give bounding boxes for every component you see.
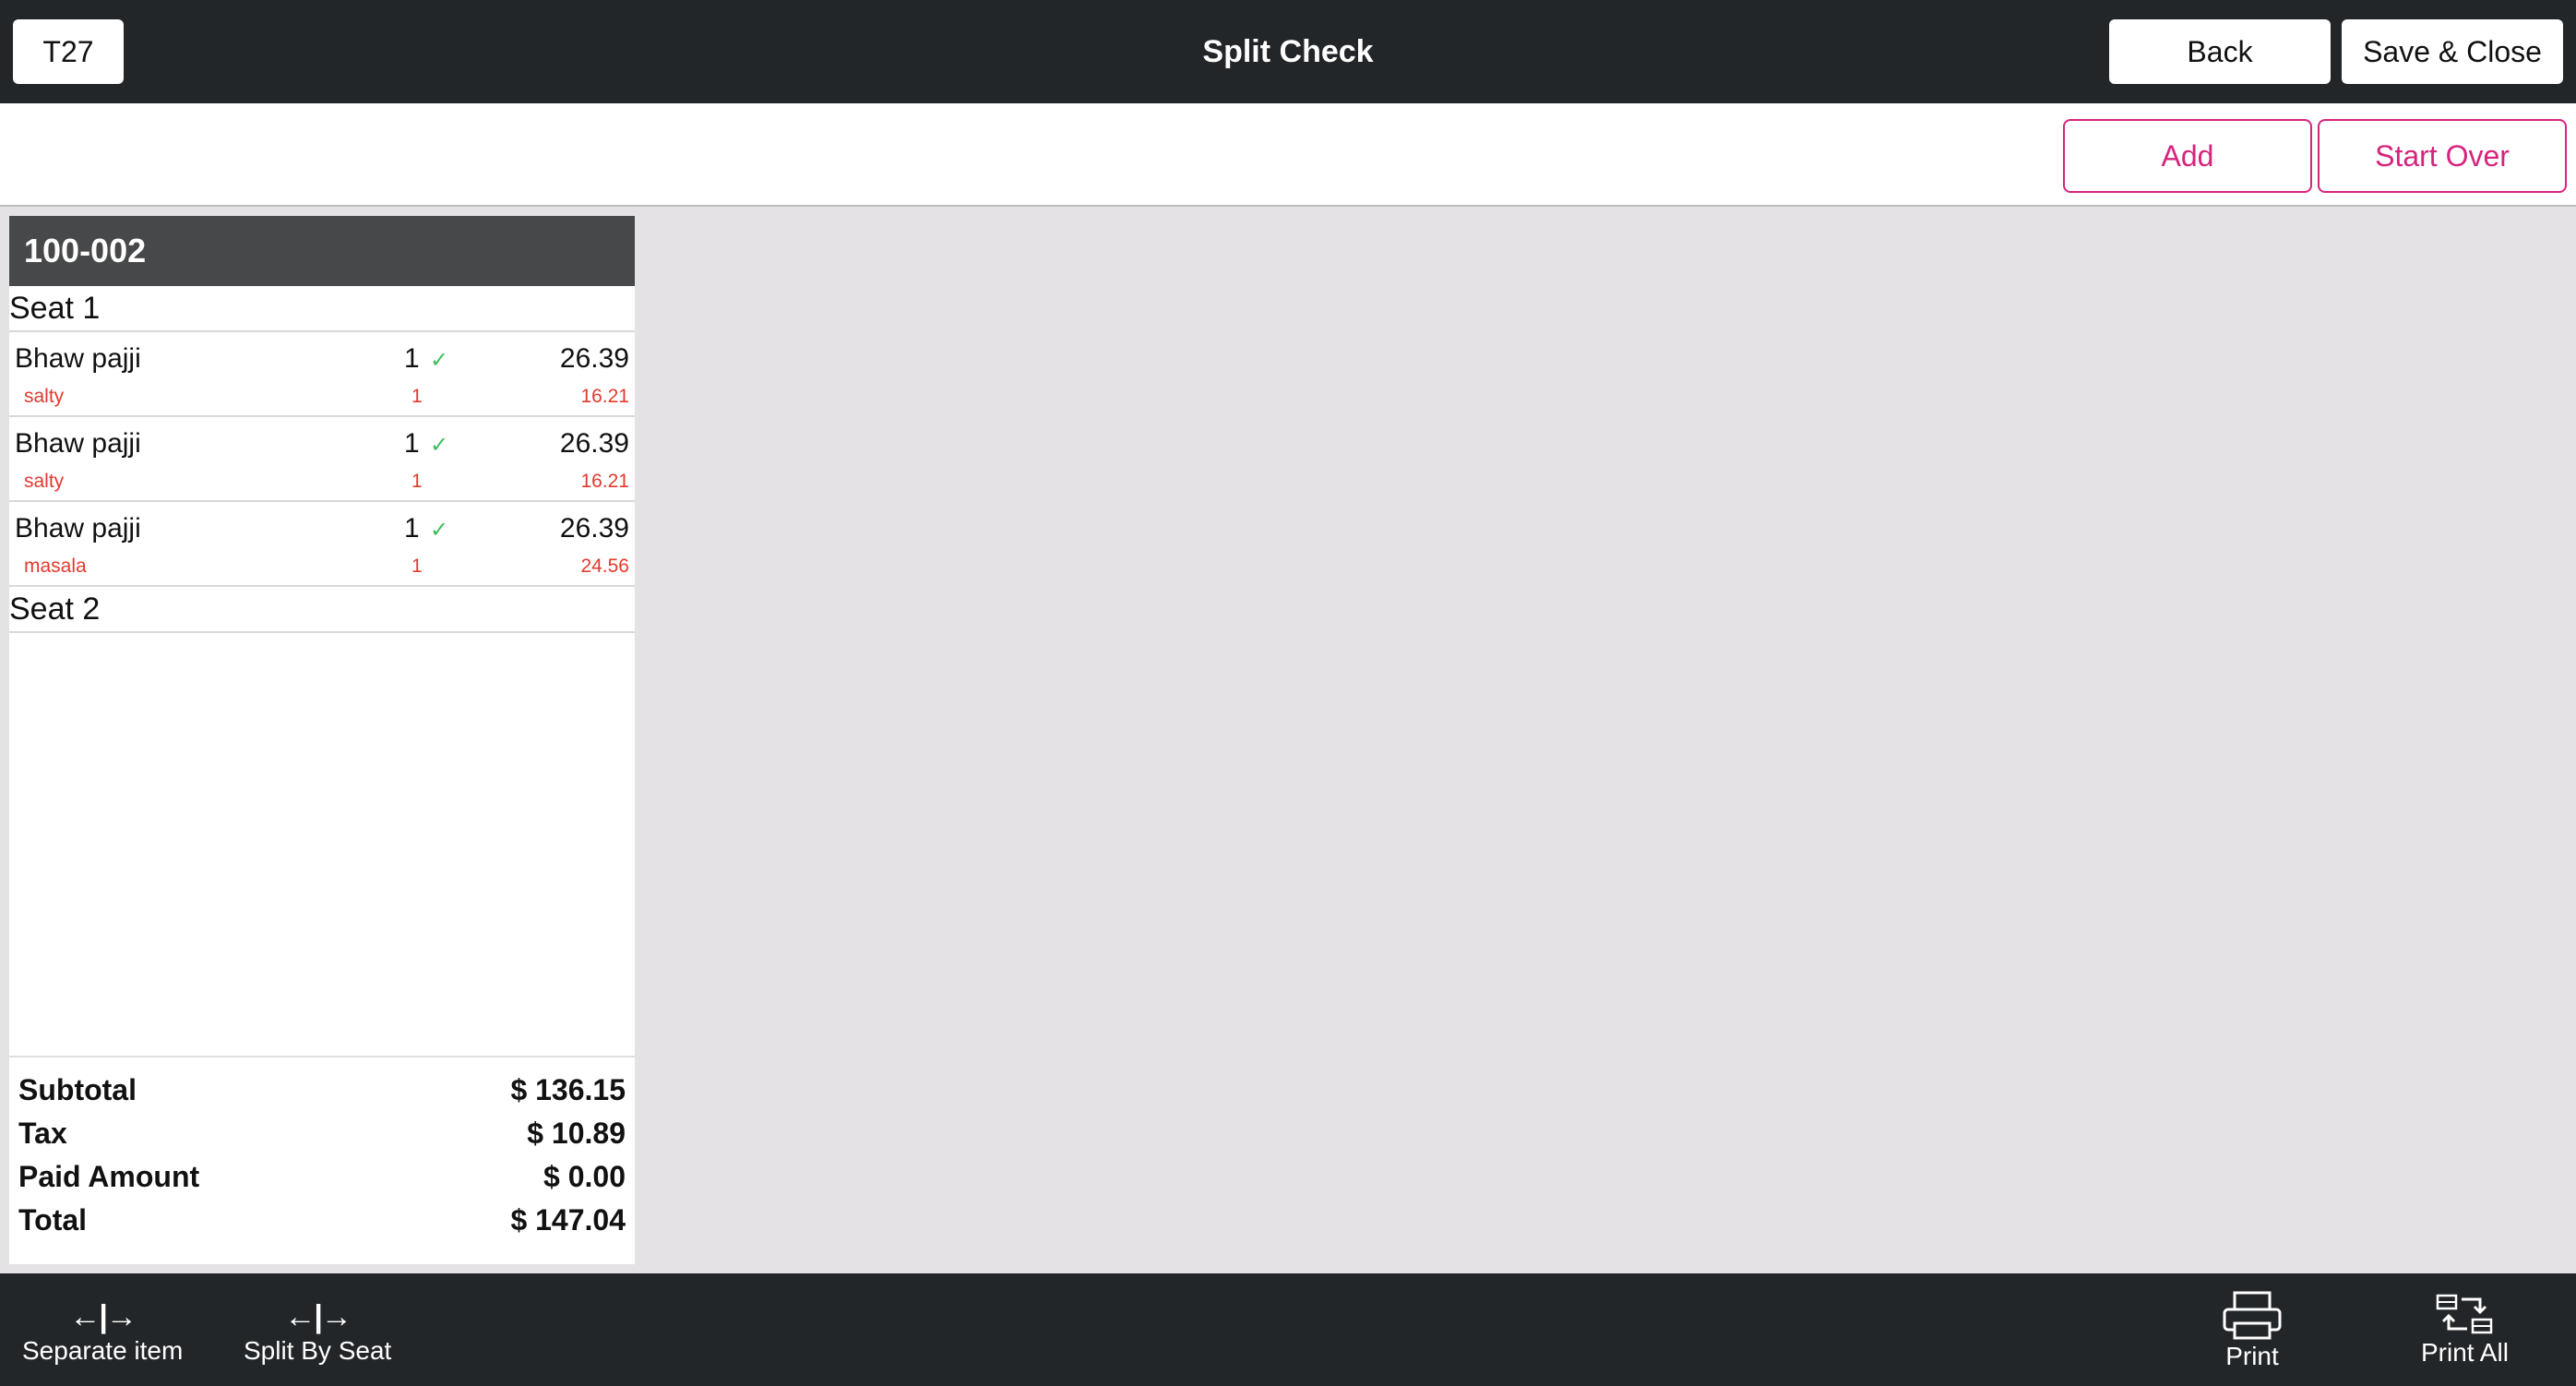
tax-row: Tax $ 10.89 [9, 1112, 635, 1155]
action-bar: Add Start Over [0, 103, 2576, 207]
seat-2-label[interactable]: Seat 2 [9, 587, 635, 633]
modifier-name: masala [24, 556, 87, 577]
modifier-name: salty [24, 471, 65, 492]
printer-icon [2223, 1291, 2282, 1340]
separate-item-label: Separate item [22, 1336, 184, 1365]
check-panel[interactable]: 100-002 Seat 1 Bhaw pajji 1 ✓ 26.39 salt… [9, 216, 635, 1264]
modifier-price: 16.21 [580, 471, 629, 492]
list-item[interactable]: Bhaw pajji 1 ✓ 26.39 salty 1 16.21 [9, 332, 635, 417]
print-all-label: Print All [2421, 1338, 2509, 1367]
modifier-name: salty [24, 386, 65, 407]
back-button[interactable]: Back [2109, 19, 2331, 84]
check-icon: ✓ [430, 518, 449, 543]
paid-row: Paid Amount $ 0.00 [9, 1155, 635, 1199]
item-price: 26.39 [559, 513, 629, 544]
subtotal-row: Subtotal $ 136.15 [9, 1069, 635, 1112]
start-over-button[interactable]: Start Over [2318, 119, 2567, 193]
modifier-qty: 1 [411, 556, 423, 577]
totals: Subtotal $ 136.15 Tax $ 10.89 Paid Amoun… [9, 1056, 635, 1264]
list-item[interactable]: Bhaw pajji 1 ✓ 26.39 salty 1 16.21 [9, 417, 635, 502]
paid-label: Paid Amount [18, 1160, 200, 1193]
item-price: 26.39 [559, 343, 629, 374]
tax-label: Tax [18, 1117, 67, 1150]
subtotal-value: $ 136.15 [510, 1073, 626, 1106]
item-qty: 1 [404, 428, 420, 459]
total-value: $ 147.04 [510, 1203, 626, 1237]
check-id: 100-002 [9, 216, 635, 286]
separate-item-button[interactable]: ←|→ Separate item [22, 1299, 183, 1366]
item-name: Bhaw pajji [15, 343, 141, 374]
split-arrows-icon: ←|→ [284, 1299, 352, 1334]
item-price: 26.39 [559, 428, 629, 459]
total-row: Total $ 147.04 [9, 1199, 635, 1242]
split-by-seat-label: Split By Seat [244, 1336, 392, 1365]
modifier-qty: 1 [411, 471, 423, 492]
modifier-price: 24.56 [580, 556, 629, 577]
modifier-price: 16.21 [580, 386, 629, 407]
table-button[interactable]: T27 [13, 19, 124, 84]
modifier-qty: 1 [411, 386, 423, 407]
print-label: Print [2225, 1342, 2279, 1370]
bottom-toolbar: ←|→ Separate item ←|→ Split By Seat Prin… [0, 1273, 2576, 1386]
item-qty: 1 [404, 513, 420, 544]
save-close-button[interactable]: Save & Close [2342, 19, 2563, 84]
total-label: Total [18, 1203, 88, 1237]
item-qty: 1 [404, 343, 420, 374]
check-icon: ✓ [430, 433, 449, 458]
split-by-seat-button[interactable]: ←|→ Split By Seat [244, 1299, 391, 1366]
print-all-icon [2437, 1294, 2493, 1334]
tax-value: $ 10.89 [527, 1117, 626, 1150]
subtotal-label: Subtotal [18, 1073, 137, 1106]
item-name: Bhaw pajji [15, 513, 141, 544]
print-button[interactable]: Print [2222, 1290, 2283, 1371]
paid-value: $ 0.00 [543, 1160, 626, 1193]
split-arrows-icon: ←|→ [69, 1299, 137, 1334]
check-icon: ✓ [430, 348, 449, 373]
item-name: Bhaw pajji [15, 428, 141, 459]
print-all-button[interactable]: Print All [2421, 1292, 2509, 1368]
add-button[interactable]: Add [2063, 119, 2312, 193]
list-item[interactable]: Bhaw pajji 1 ✓ 26.39 masala 1 24.56 [9, 502, 635, 587]
seat-1-label[interactable]: Seat 1 [9, 286, 635, 332]
top-bar: T27 Split Check Back Save & Close [0, 0, 2576, 103]
